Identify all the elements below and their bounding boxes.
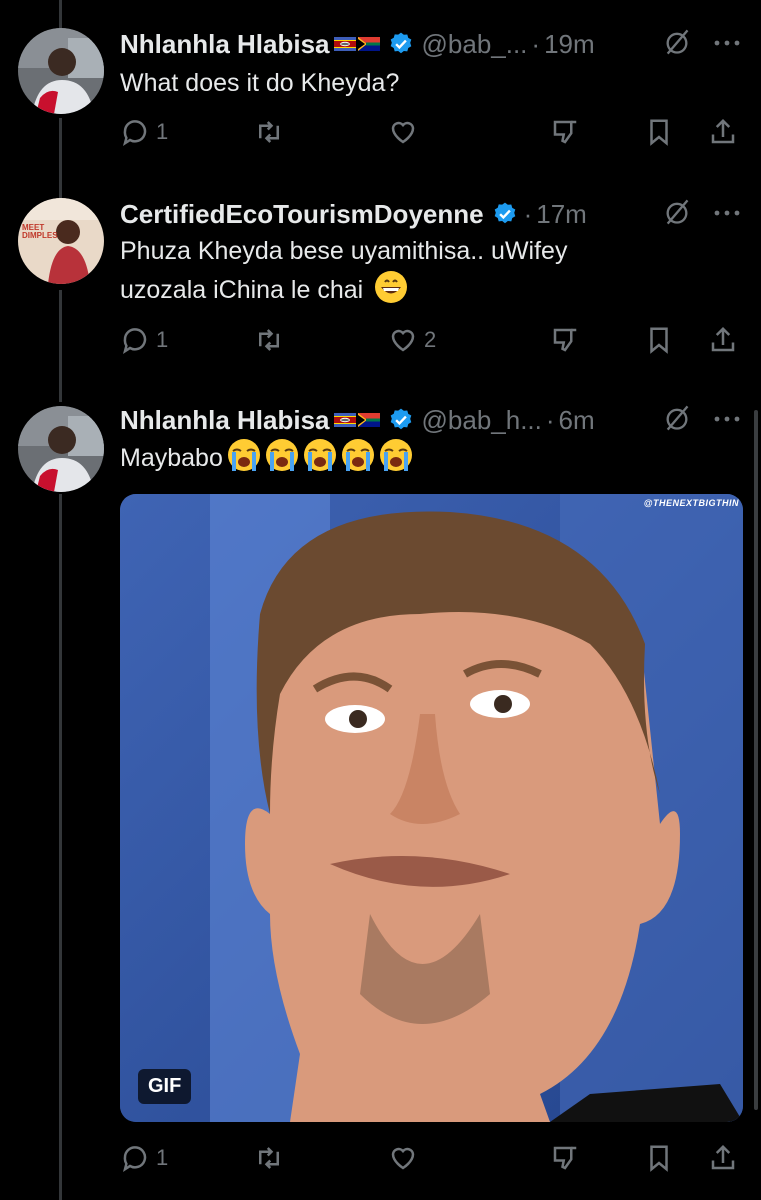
tweet-actions: 1 2 [120, 322, 740, 358]
eswatini-flag-icon [333, 37, 356, 51]
retweet-icon [259, 1147, 279, 1169]
reply-count: 1 [156, 1145, 169, 1170]
share-icon [711, 1144, 735, 1170]
south-africa-flag-icon [357, 37, 380, 51]
reply-icon [122, 328, 147, 355]
tweet-text: Maybabo [120, 438, 413, 477]
reply-button[interactable]: 1 [120, 322, 168, 358]
bookmark-button[interactable] [644, 1140, 674, 1176]
tweet-header: CertifiedEcoTourismDoyenne · 17m [120, 194, 587, 234]
like-button[interactable] [388, 1140, 418, 1176]
mute-icon[interactable] [663, 28, 691, 56]
timestamp[interactable]: 17m [536, 199, 587, 230]
tweet[interactable]: Nhlanhla Hlabisa @bab_... · 19m What doe… [0, 24, 761, 174]
share-icon [711, 118, 735, 144]
avatar[interactable] [18, 28, 104, 114]
dislike-button[interactable] [550, 114, 580, 150]
crying-face-emoji-icon [379, 439, 412, 471]
bookmark-icon [650, 1145, 668, 1172]
display-name[interactable]: Nhlanhla Hlabisa [120, 29, 330, 60]
handle[interactable]: @bab_... [422, 29, 528, 60]
tweet-text-line: uzozala iChina le chai [120, 270, 567, 309]
tweet-actions: 1 [120, 1140, 740, 1176]
tweet-text-line: Phuza Kheyda bese uyamithisa.. uWifey [120, 237, 568, 265]
avatar-caption: MEET DIMPLES [22, 223, 58, 240]
handle[interactable]: @bab_h... [422, 405, 542, 436]
display-name[interactable]: Nhlanhla Hlabisa [120, 405, 330, 436]
more-icon[interactable] [713, 38, 741, 48]
share-button[interactable] [708, 1140, 738, 1176]
tweet-text-fragment: uzozala iChina le chai [120, 276, 364, 304]
timestamp[interactable]: 19m [544, 29, 595, 60]
bookmark-icon [650, 327, 668, 354]
retweet-icon [259, 121, 279, 143]
tweet-text: Phuza Kheyda bese uyamithisa.. uWifey uz… [120, 232, 567, 309]
more-icon[interactable] [713, 208, 741, 218]
verified-icon [390, 32, 411, 54]
like-count: 2 [424, 327, 437, 352]
bookmark-button[interactable] [644, 322, 674, 358]
tweet-text-fragment: Maybabo [120, 444, 223, 472]
mute-icon[interactable] [663, 198, 691, 226]
retweet-button[interactable] [254, 322, 284, 358]
verified-icon [494, 202, 515, 224]
reply-button[interactable]: 1 [120, 114, 168, 150]
tweet-header: Nhlanhla Hlabisa @bab_h... · 6m [120, 400, 595, 440]
crying-face-emoji-icon [265, 439, 298, 471]
scrollbar[interactable] [754, 410, 758, 1110]
tweet[interactable]: MEET DIMPLES CertifiedEcoTourismDoyenne … [0, 194, 761, 374]
south-africa-flag-icon [357, 413, 380, 427]
dislike-button[interactable] [550, 322, 580, 358]
tweet-media-gif[interactable]: @THENEXTBIGTHIN GIF [120, 494, 743, 1122]
dislike-icon [553, 1146, 577, 1170]
share-button[interactable] [708, 322, 738, 358]
share-icon [711, 326, 735, 352]
avatar[interactable] [18, 406, 104, 492]
separator: · [545, 404, 555, 435]
retweet-button[interactable] [254, 114, 284, 150]
like-button[interactable] [388, 114, 418, 150]
eswatini-flag-icon [333, 413, 356, 427]
retweet-icon [259, 329, 279, 351]
tweet-actions: 1 [120, 114, 740, 150]
display-name[interactable]: CertifiedEcoTourismDoyenne [120, 199, 484, 230]
like-icon [391, 121, 415, 144]
gif-frame [120, 494, 743, 1122]
tweet-text: What does it do Kheyda? [120, 69, 400, 97]
reply-count: 1 [156, 327, 169, 352]
share-button[interactable] [708, 114, 738, 150]
bookmark-button[interactable] [644, 114, 674, 150]
retweet-button[interactable] [254, 1140, 284, 1176]
bookmark-icon [650, 119, 668, 146]
like-icon [391, 1147, 415, 1170]
dislike-icon [553, 328, 577, 352]
separator: · [523, 198, 533, 229]
media-watermark: @THENEXTBIGTHIN [643, 498, 739, 508]
like-button[interactable]: 2 [388, 322, 436, 358]
verified-icon [390, 408, 411, 430]
crying-face-emoji-icon [303, 439, 336, 471]
reply-icon [122, 1146, 147, 1173]
like-icon [391, 329, 415, 352]
mute-icon[interactable] [663, 404, 691, 432]
reply-button[interactable]: 1 [120, 1140, 168, 1176]
more-icon[interactable] [713, 414, 741, 424]
timestamp[interactable]: 6m [559, 405, 595, 436]
dislike-icon [553, 120, 577, 144]
reply-count: 1 [156, 119, 169, 144]
grinning-face-emoji-icon [375, 271, 408, 303]
gif-badge[interactable]: GIF [138, 1069, 192, 1104]
tweet-header: Nhlanhla Hlabisa @bab_... · 19m [120, 24, 595, 64]
avatar[interactable]: MEET DIMPLES [18, 198, 104, 284]
crying-face-emoji-icon [341, 439, 374, 471]
reply-icon [122, 120, 147, 147]
dislike-button[interactable] [550, 1140, 580, 1176]
crying-face-emoji-icon [227, 439, 260, 471]
separator: · [531, 28, 541, 59]
